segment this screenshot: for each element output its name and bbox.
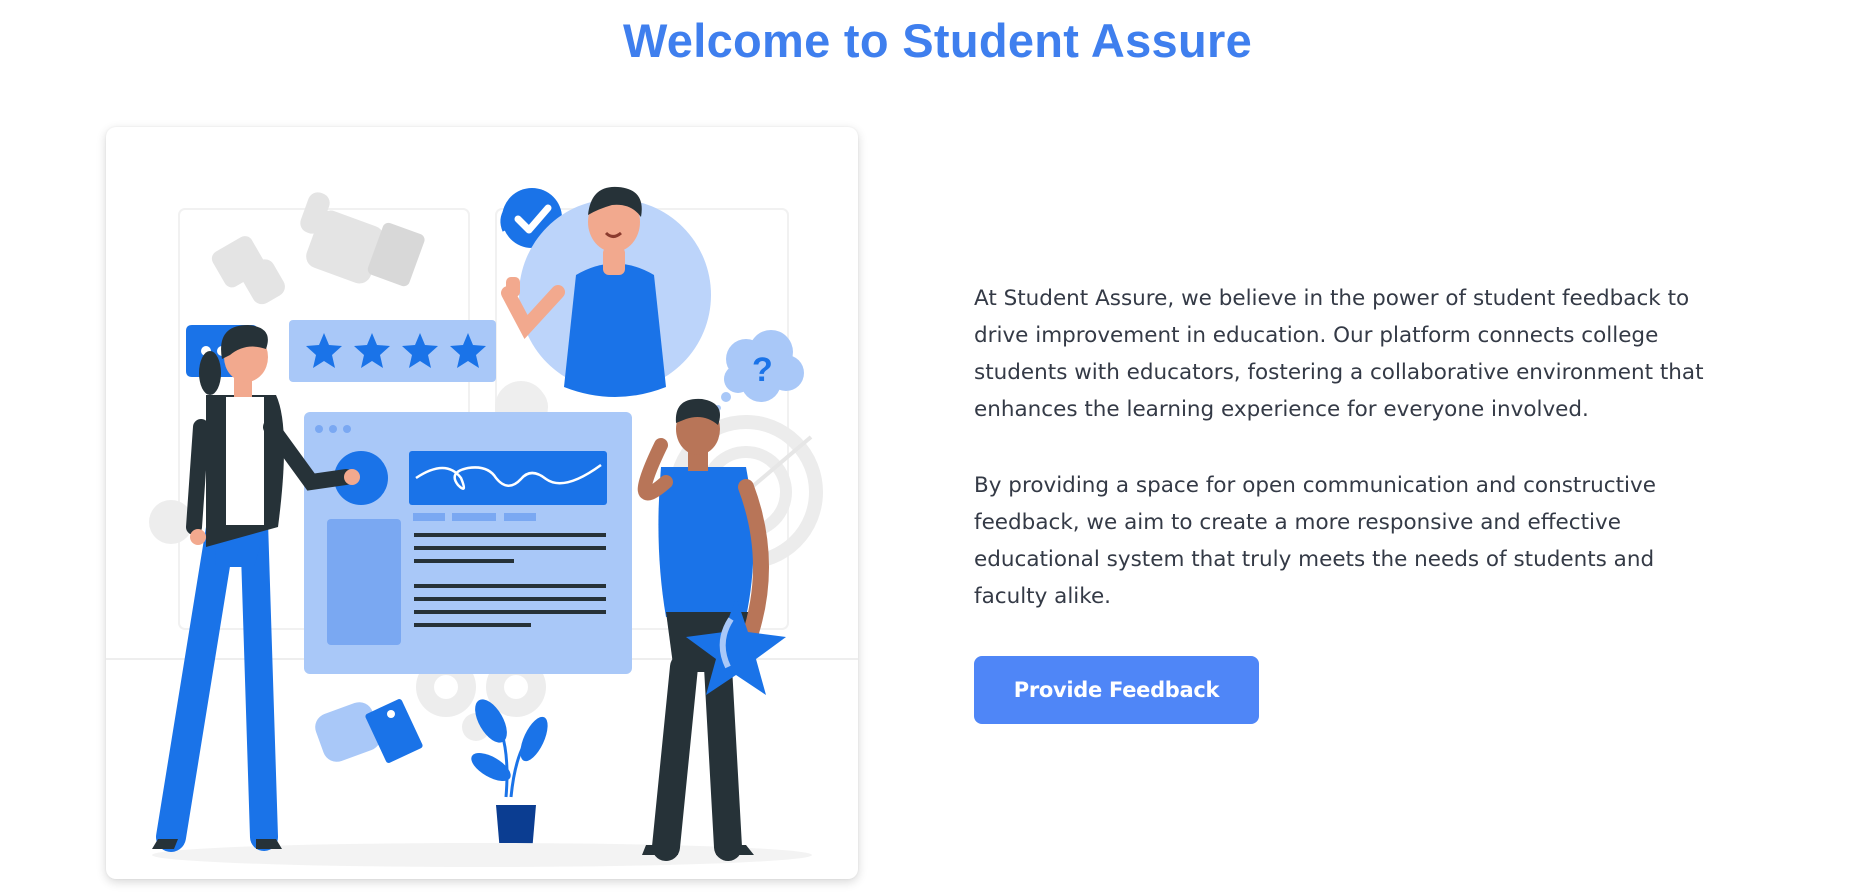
intro-paragraph-2: By providing a space for open communicat…: [974, 473, 1656, 609]
intro-paragraph-1: At Student Assure, we believe in the pow…: [974, 286, 1704, 422]
svg-text:?: ?: [752, 351, 773, 389]
page-title: Welcome to Student Assure: [622, 14, 1253, 67]
intro-text: At Student Assure, we believe in the pow…: [974, 280, 1704, 654]
provide-feedback-button[interactable]: Provide Feedback: [974, 656, 1259, 724]
feedback-illustration: ?: [106, 186, 858, 867]
illustration-card: ?: [106, 127, 858, 879]
